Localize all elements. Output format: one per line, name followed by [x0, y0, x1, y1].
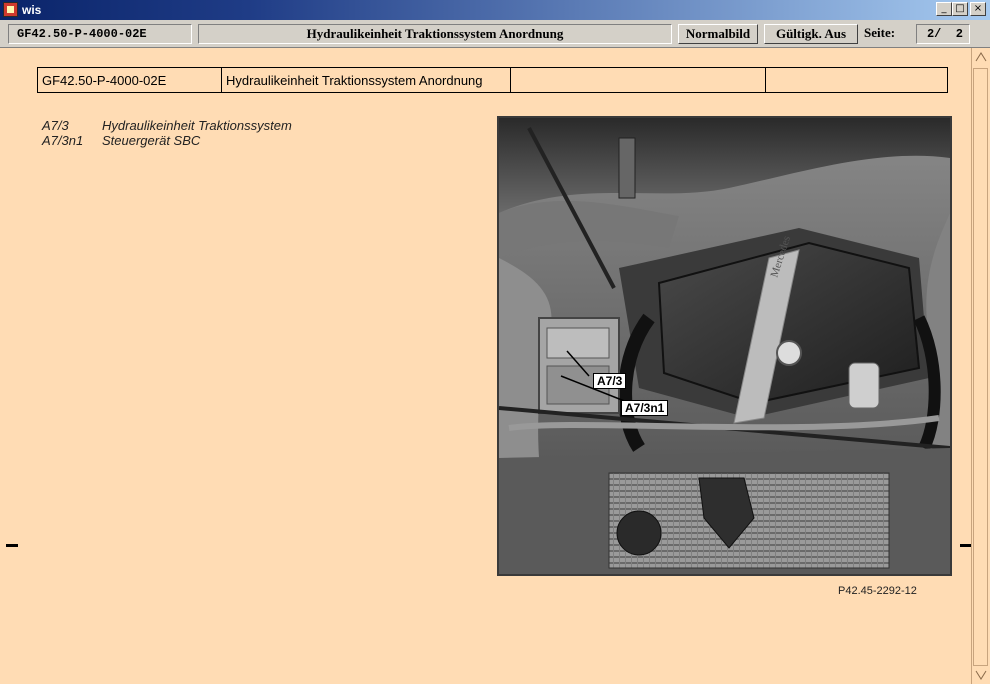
legend-code: A7/3n1 [42, 133, 84, 148]
left-margin-mark [6, 544, 18, 547]
legend-text: Steuergerät SBC [102, 133, 201, 148]
header-cell-3 [510, 67, 766, 93]
normalbild-button[interactable]: Normalbild [678, 24, 758, 44]
scroll-up-icon[interactable] [973, 50, 989, 64]
close-button[interactable]: × [970, 2, 986, 16]
app-icon[interactable] [3, 2, 18, 17]
maximize-button[interactable]: □ [952, 2, 968, 16]
legend-text: Hydraulikeinheit Traktionssystem [102, 118, 292, 133]
legend-item: A7/3n1 Steuergerät SBC [42, 133, 292, 148]
legend-item: A7/3 Hydraulikeinheit Traktionssystem [42, 118, 292, 133]
document-header-table: GF42.50-P-4000-02E Hydraulikeinheit Trak… [37, 67, 948, 93]
header-cell-4 [765, 67, 948, 93]
title-bar[interactable]: wis _ □ × [0, 0, 990, 20]
doc-id-field: GF42.50-P-4000-02E [8, 24, 192, 44]
engine-bay-photo: Mercedes A7/3 A7/3n1 [497, 116, 952, 576]
component-legend: A7/3 Hydraulikeinheit Traktionssystem A7/… [42, 118, 292, 148]
minimize-button[interactable]: _ [936, 2, 952, 16]
toolbar: GF42.50-P-4000-02E Hydraulikeinheit Trak… [0, 20, 990, 48]
scroll-track[interactable] [973, 68, 988, 666]
header-title: Hydraulikeinheit Traktionssystem Anordnu… [221, 67, 511, 93]
vertical-scrollbar[interactable] [971, 48, 990, 684]
doc-title-field: Hydraulikeinheit Traktionssystem Anordnu… [198, 24, 672, 44]
header-doc-id: GF42.50-P-4000-02E [37, 67, 222, 93]
legend-code: A7/3 [42, 118, 69, 133]
page-indicator: 2/ 2 [916, 24, 970, 44]
scroll-down-icon[interactable] [973, 668, 989, 682]
gueltigkeit-button[interactable]: Gültigk. Aus [764, 24, 858, 44]
engine-bay-illustration: Mercedes [499, 118, 950, 574]
seite-label: Seite: [864, 25, 896, 40]
callout-a7-3: A7/3 [593, 373, 627, 389]
callout-a7-3n1: A7/3n1 [621, 400, 669, 416]
figure-reference: P42.45-2292-12 [838, 585, 917, 597]
window-title: wis [22, 3, 42, 17]
